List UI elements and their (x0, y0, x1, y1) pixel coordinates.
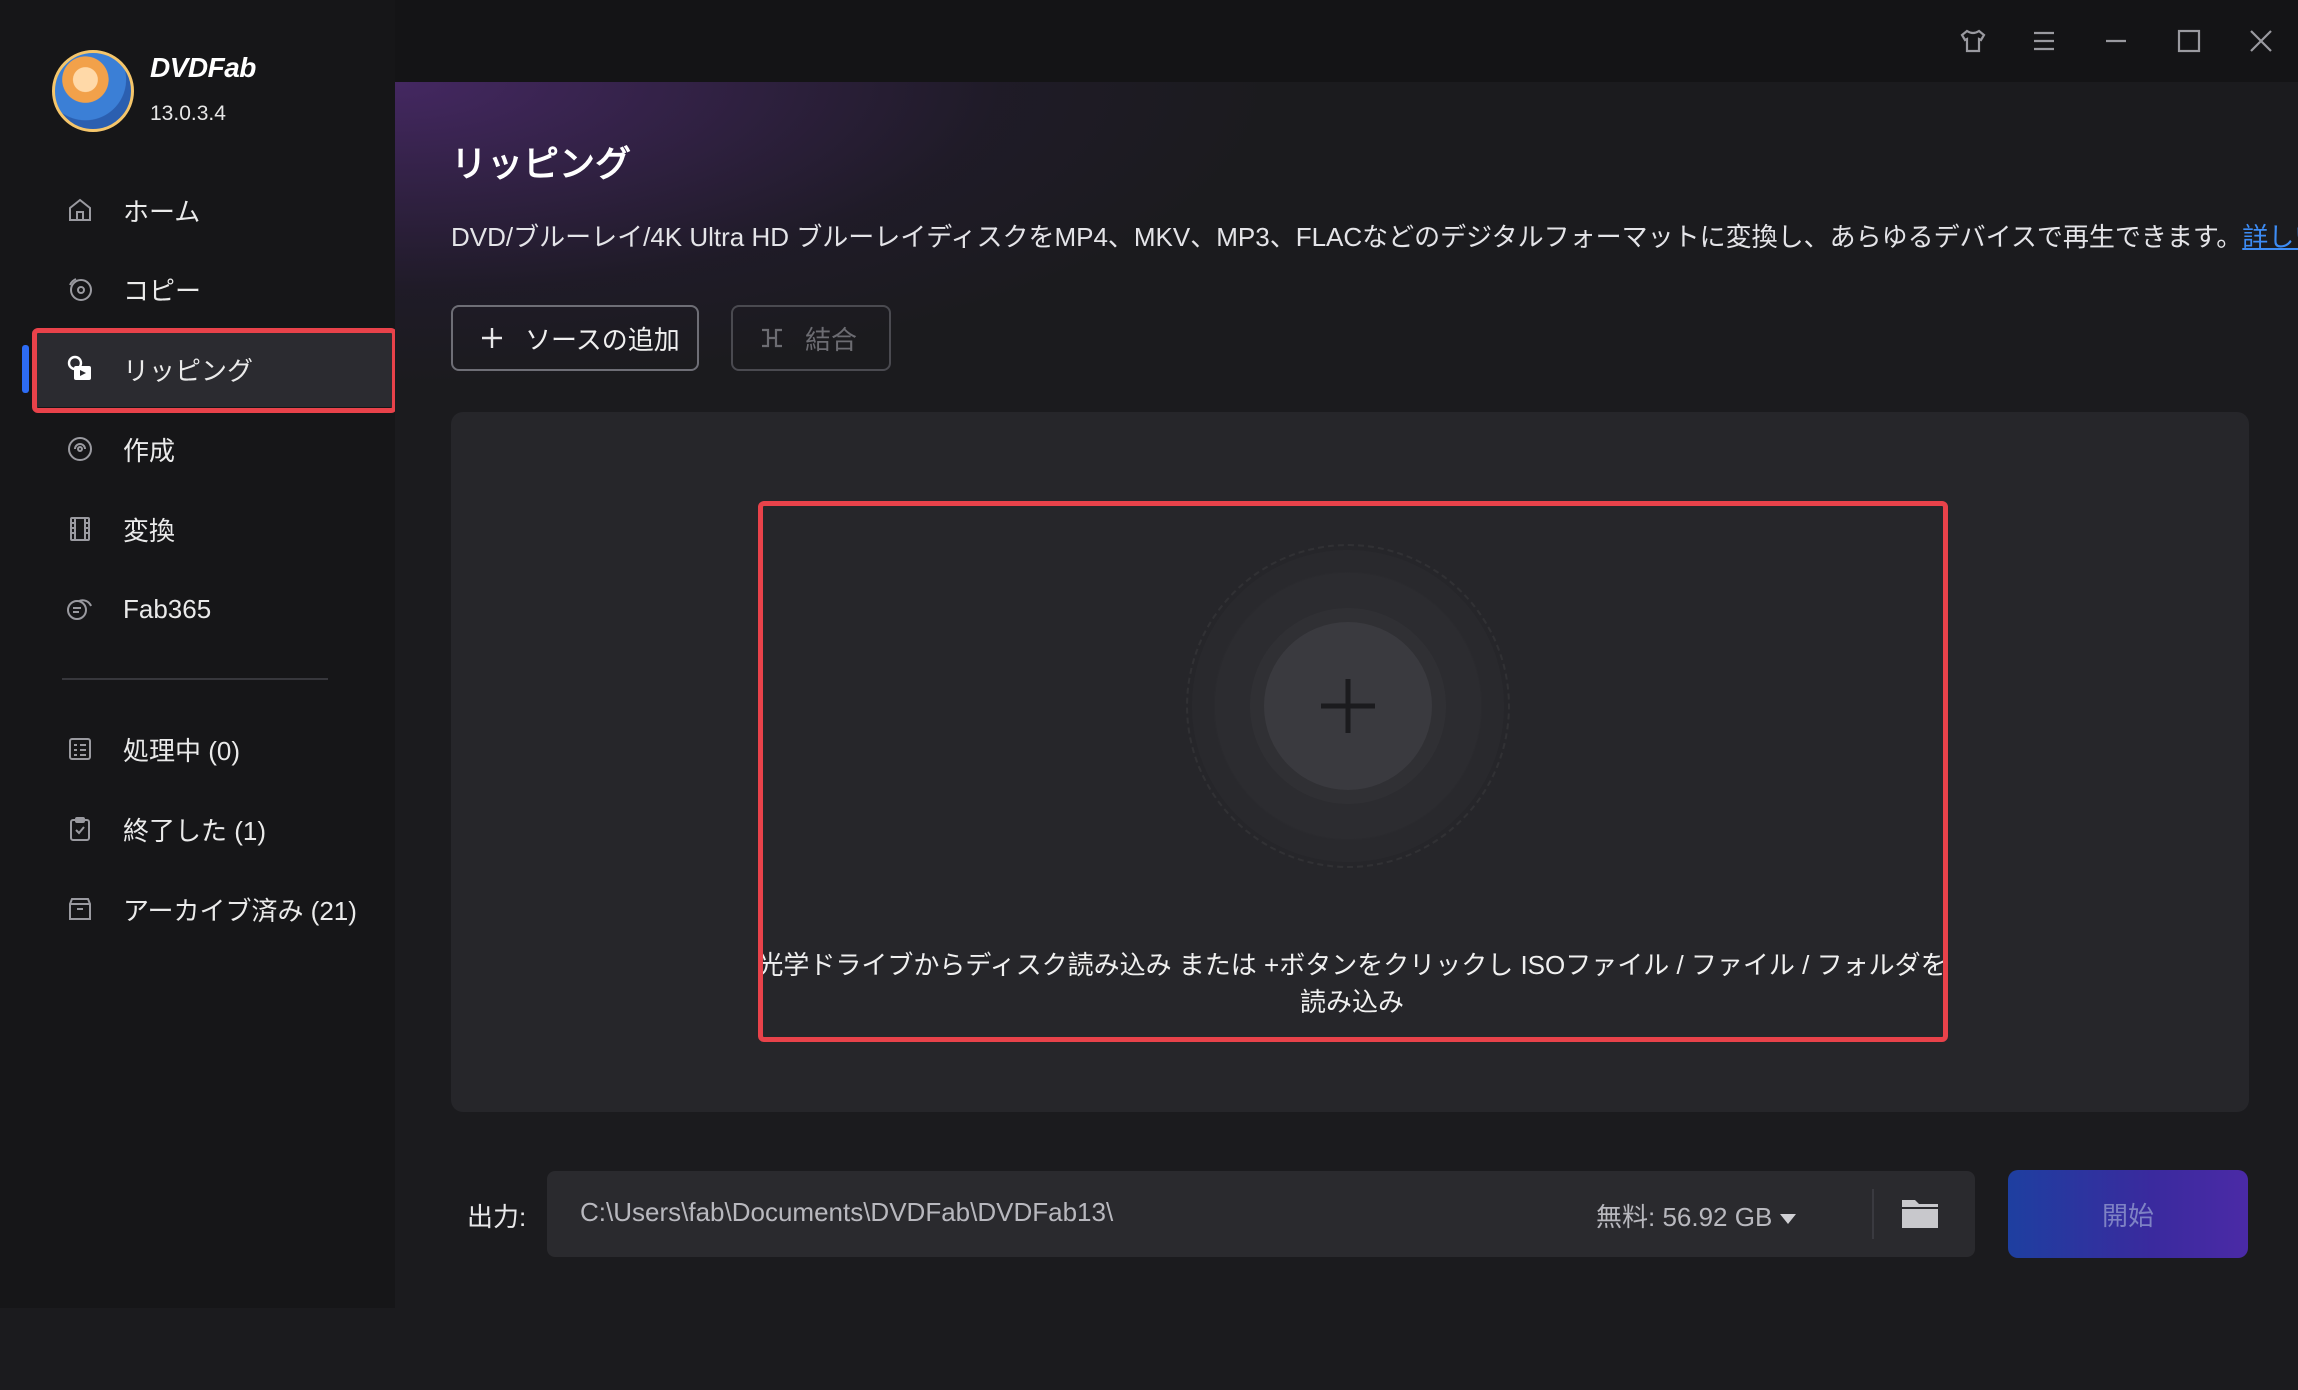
sidebar-item-copy[interactable]: コピー (32, 251, 392, 327)
skin-icon[interactable] (1950, 18, 1996, 64)
film-icon (64, 513, 96, 545)
menu-icon[interactable] (2021, 18, 2067, 64)
merge-label: 結合 (805, 324, 858, 355)
close-icon[interactable] (2238, 18, 2284, 64)
sidebar-item-archived[interactable]: アーカイブ済み (21) (32, 871, 392, 947)
sidebar-item-creator[interactable]: 作成 (32, 411, 392, 487)
sidebar-item-label: Fab365 (123, 593, 212, 624)
add-file-button[interactable] (1264, 622, 1432, 790)
copy-disc-icon (64, 273, 96, 305)
sidebar-item-converter[interactable]: 変換 (32, 491, 392, 567)
add-source-button[interactable]: ソースの追加 (451, 305, 699, 371)
maximize-icon[interactable] (2166, 18, 2212, 64)
app-logo (52, 50, 134, 132)
sidebar: DVDFab 13.0.3.4 ホーム コピー リッピング 作成 変換 Fab3… (0, 0, 397, 1308)
sidebar-item-label: 処理中 (0) (123, 735, 241, 766)
sidebar-item-label: 終了した (1) (123, 815, 267, 846)
sidebar-item-home[interactable]: ホーム (32, 172, 392, 248)
start-button[interactable]: 開始 (2008, 1170, 2248, 1258)
merge-button[interactable]: 結合 (731, 305, 891, 371)
sidebar-item-label: コピー (123, 275, 202, 306)
task-list-icon (64, 733, 96, 765)
title-bar (395, 0, 2298, 82)
app-name: DVDFab (150, 52, 256, 83)
sidebar-item-label: ホーム (123, 196, 201, 227)
output-separator (1872, 1189, 1874, 1239)
sidebar-item-finished[interactable]: 終了した (1) (32, 791, 392, 867)
more-info-link[interactable]: 詳しい情報... (2242, 222, 2298, 252)
output-path: C:\Users\fab\Documents\DVDFab\DVDFab13\ (580, 1197, 1114, 1227)
page-description: DVD/ブルーレイ/4K Ultra HD ブルーレイディスクをMP4、MKV、… (451, 217, 2298, 254)
archive-icon (64, 893, 96, 925)
merge-icon (757, 323, 787, 353)
app-version: 13.0.3.4 (150, 102, 226, 125)
sidebar-item-fab365[interactable]: Fab365 (32, 571, 392, 647)
sidebar-item-ripper[interactable]: リッピング (22, 331, 392, 407)
sidebar-item-label: リッピング (123, 355, 254, 386)
sidebar-item-processing[interactable]: 処理中 (0) (32, 711, 392, 787)
sidebar-item-label: アーカイブ済み (21) (123, 895, 357, 926)
sidebar-divider (62, 678, 328, 680)
ripper-icon (64, 353, 96, 385)
home-icon (64, 194, 96, 226)
caret-down-icon (1780, 1214, 1797, 1225)
sidebar-item-label: 作成 (123, 435, 176, 466)
clipboard-check-icon (64, 813, 96, 845)
fab365-icon (64, 593, 96, 625)
plus-icon (1321, 679, 1375, 733)
plus-icon (477, 323, 507, 353)
add-source-label: ソースの追加 (525, 324, 680, 355)
drop-hint: 光学ドライブからディスク読み込み または +ボタンをクリックし ISOファイル … (757, 950, 1947, 1017)
sidebar-item-label: 変換 (123, 515, 176, 546)
minimize-icon[interactable] (2093, 18, 2139, 64)
page-title: リッピング (451, 143, 632, 184)
output-label: 出力: (467, 1202, 527, 1232)
folder-icon[interactable] (1898, 1192, 1942, 1236)
creator-icon (64, 433, 96, 465)
free-space-dropdown[interactable]: 無料: 56.92 GB (1596, 1197, 1797, 1234)
